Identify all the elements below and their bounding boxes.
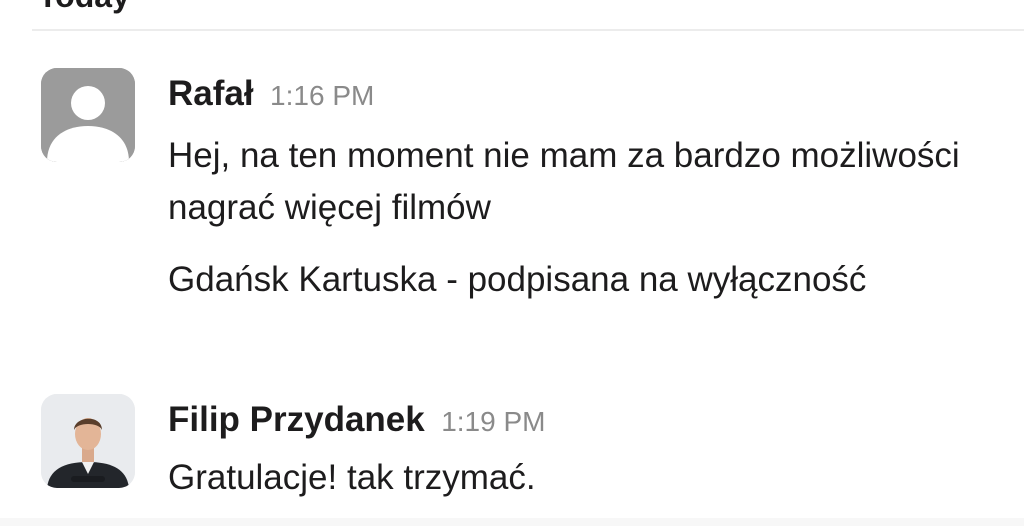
person-photo-icon	[41, 394, 135, 488]
user-photo-avatar[interactable]	[41, 394, 135, 488]
message-body: Gratulacje! tak trzymać.	[168, 452, 968, 524]
message-text: Hej, na ten moment nie mam za bardzo moż…	[168, 136, 960, 227]
user-silhouette-icon	[41, 68, 135, 162]
message-timestamp[interactable]: 1:16 PM	[270, 80, 374, 111]
message-text: Gdańsk Kartuska - podpisana na wyłącznoś…	[168, 260, 867, 299]
message-header: Filip Przydanek 1:19 PM	[168, 400, 545, 447]
composer-edge	[0, 518, 1024, 526]
message-body: Hej, na ten moment nie mam za bardzo moż…	[168, 130, 968, 326]
message-timestamp[interactable]: 1:19 PM	[441, 406, 545, 437]
divider-line	[32, 29, 1024, 31]
day-divider-label[interactable]: Today	[38, 0, 130, 14]
sender-name[interactable]: Filip Przydanek	[168, 400, 425, 439]
message-text: Gratulacje! tak trzymać.	[168, 458, 536, 497]
sender-name[interactable]: Rafał	[168, 74, 254, 113]
message-header: Rafał 1:16 PM	[168, 74, 374, 121]
day-divider: Today	[0, 0, 1024, 40]
default-user-avatar-icon[interactable]	[41, 68, 135, 162]
